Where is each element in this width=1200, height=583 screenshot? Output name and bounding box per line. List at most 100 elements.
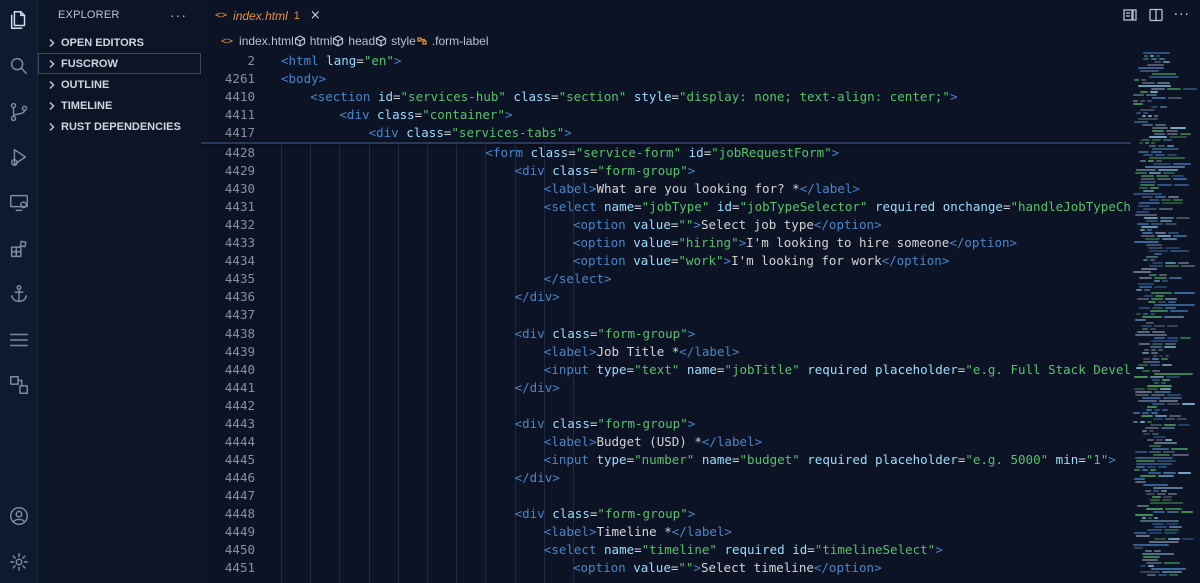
- minimap-line: [1160, 217, 1174, 219]
- symbol-class-icon: [416, 35, 428, 47]
- breadcrumb-item[interactable]: .form-label: [416, 34, 489, 48]
- search-button[interactable]: [0, 49, 38, 83]
- minimap-line: [1154, 409, 1160, 411]
- minimap-line: [1161, 382, 1166, 384]
- minimap-line: [1167, 154, 1177, 156]
- symbol-field-icon: [332, 35, 344, 47]
- breadcrumb-item[interactable]: head: [332, 34, 375, 48]
- minimap-line: [1163, 61, 1170, 63]
- minimap-line: [1156, 55, 1160, 57]
- minimap-line: [1152, 148, 1179, 150]
- section-fuscrow[interactable]: FUSCROW: [38, 53, 201, 74]
- line-number: 4444: [224, 433, 255, 449]
- section-label: FUSCROW: [61, 57, 118, 70]
- minimap-line: [1166, 376, 1180, 378]
- code-line: 4411 <div class="container">: [201, 106, 1131, 124]
- line-number: 4434: [224, 253, 255, 269]
- boxes-button[interactable]: [0, 368, 38, 402]
- remote-explorer-icon: [10, 194, 28, 212]
- minimap-line: [1137, 331, 1150, 333]
- minimap-line: [1144, 217, 1158, 219]
- minimap-line: [1149, 145, 1156, 147]
- code-line: 4432 <option value="">Select job type</op…: [201, 216, 1131, 234]
- code-line: 4448 <div class="form-group">: [201, 505, 1131, 523]
- minimap-line: [1152, 307, 1163, 309]
- minimap-line: [1133, 271, 1151, 273]
- search-icon: [10, 57, 28, 75]
- minimap-line: [1170, 127, 1186, 129]
- minimap-line: [1141, 415, 1153, 417]
- minimap-line: [1147, 574, 1156, 576]
- minimap-line: [1162, 238, 1177, 240]
- explorer-sidebar: EXPLORER ··· OPEN EDITORS FUSCROW OUTLINE T…: [38, 0, 201, 583]
- minimap-line: [1181, 511, 1193, 513]
- anchor-button[interactable]: [0, 277, 38, 311]
- minimap-line: [1154, 325, 1165, 327]
- minimap[interactable]: [1131, 52, 1200, 583]
- html-file-icon: <>: [221, 35, 234, 47]
- line-number: 4451: [224, 560, 255, 576]
- split-editor-icon[interactable]: [1148, 7, 1164, 27]
- minimap-line: [1133, 421, 1138, 423]
- minimap-line: [1133, 94, 1144, 96]
- breadcrumb-item[interactable]: style: [375, 34, 416, 48]
- code-line: 4429 <div class="form-group">: [201, 162, 1131, 180]
- minimap-line: [1135, 391, 1152, 393]
- more-actions-icon[interactable]: ···: [170, 8, 187, 22]
- minimap-line: [1135, 394, 1149, 396]
- minimap-line: [1167, 325, 1178, 327]
- open-preview-icon[interactable]: [1122, 7, 1138, 27]
- minimap-line: [1142, 124, 1153, 126]
- remote-explorer-button[interactable]: [0, 186, 38, 220]
- minimap-line: [1165, 439, 1172, 441]
- minimap-line: [1158, 145, 1165, 147]
- section-rust-dependencies[interactable]: RUST DEPENDENCIES: [38, 116, 201, 137]
- more-actions-icon[interactable]: ···: [1174, 7, 1190, 27]
- section-timeline[interactable]: TIMELINE: [38, 95, 201, 116]
- minimap-line: [1148, 247, 1163, 249]
- section-open-editors[interactable]: OPEN EDITORS: [38, 32, 201, 53]
- stack-button[interactable]: [0, 323, 38, 357]
- minimap-line: [1164, 424, 1176, 426]
- minimap-line: [1139, 142, 1143, 144]
- minimap-line: [1137, 505, 1149, 507]
- section-label: OPEN EDITORS: [61, 36, 144, 49]
- minimap-line: [1141, 178, 1155, 180]
- minimap-line: [1139, 277, 1152, 279]
- settings-gear-button[interactable]: [0, 545, 38, 579]
- tab-index-html[interactable]: <> index.html 1 ×: [201, 0, 331, 30]
- line-number: 4438: [224, 325, 255, 341]
- minimap-line: [1161, 358, 1168, 360]
- breadcrumb-label: index.html: [239, 34, 294, 48]
- editor-area: <> index.html 1 × ··· <> index.html html he…: [201, 0, 1200, 583]
- minimap-line: [1154, 550, 1161, 552]
- extensions-button[interactable]: [0, 232, 38, 266]
- code-text: <select name="timeline" required id="tim…: [543, 542, 943, 558]
- minimap-line: [1147, 229, 1152, 231]
- minimap-line: [1146, 94, 1157, 96]
- minimap-line: [1143, 358, 1150, 360]
- account-button[interactable]: [0, 499, 38, 533]
- minimap-line: [1162, 364, 1172, 366]
- minimap-line: [1146, 220, 1158, 222]
- minimap-line: [1171, 175, 1184, 177]
- section-outline[interactable]: OUTLINE: [38, 74, 201, 95]
- line-number: 4428: [224, 145, 255, 160]
- files-button[interactable]: [0, 3, 38, 37]
- chevron-right-icon: [45, 80, 59, 90]
- minimap-line: [1152, 448, 1169, 450]
- code-view[interactable]: 2 <html lang="en"> 4261 <body> 4410 <section …: [201, 52, 1131, 583]
- breadcrumb-item[interactable]: <> index.html: [221, 34, 294, 48]
- run-debug-button[interactable]: [0, 140, 38, 174]
- minimap-line: [1163, 472, 1176, 474]
- close-tab-icon[interactable]: ×: [310, 8, 321, 23]
- minimap-line: [1147, 385, 1172, 387]
- minimap-line: [1152, 262, 1163, 264]
- breadcrumb-item[interactable]: html: [294, 34, 332, 48]
- minimap-line: [1152, 127, 1168, 129]
- symbol-field-icon: [375, 35, 387, 47]
- extensions-icon: [10, 240, 27, 258]
- minimap-line: [1134, 478, 1145, 480]
- source-control-button[interactable]: [0, 95, 38, 129]
- minimap-line: [1139, 307, 1150, 309]
